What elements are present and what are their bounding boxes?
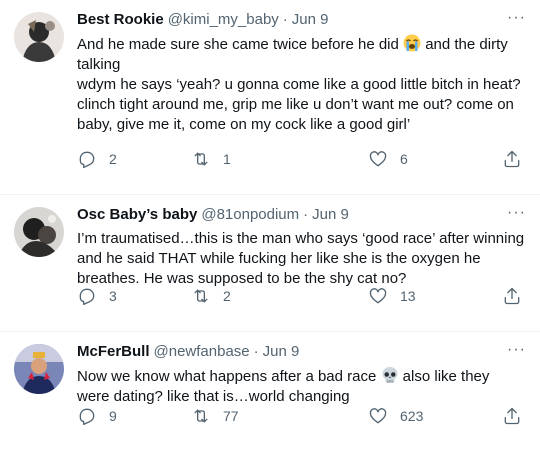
share-icon bbox=[504, 287, 520, 305]
reply-button[interactable]: 9 bbox=[77, 406, 117, 426]
timestamp[interactable]: Jun 9 bbox=[263, 342, 300, 362]
tweet-text: I’m traumatised…this is the man who says… bbox=[77, 230, 529, 287]
avatar[interactable] bbox=[14, 207, 64, 257]
tweet-text-part: Now we know what happens after a bad rac… bbox=[77, 368, 381, 385]
timestamp[interactable]: Jun 9 bbox=[312, 205, 349, 225]
tweet-3[interactable]: McFerBull @newfanbase · Jun 9 ··· Now we… bbox=[0, 332, 540, 452]
user-handle[interactable]: @newfanbase bbox=[154, 342, 250, 362]
reply-icon bbox=[79, 151, 95, 168]
reply-icon bbox=[79, 288, 95, 305]
retweet-icon bbox=[194, 152, 208, 166]
retweet-button[interactable]: 77 bbox=[191, 406, 239, 426]
retweet-button[interactable]: 2 bbox=[191, 286, 231, 306]
share-button[interactable] bbox=[502, 149, 522, 169]
more-options-icon[interactable]: ··· bbox=[507, 205, 526, 221]
reply-count: 2 bbox=[109, 151, 117, 167]
retweet-count: 77 bbox=[223, 408, 239, 424]
retweet-icon bbox=[194, 289, 208, 303]
share-icon bbox=[504, 407, 520, 425]
tweet-header: Osc Baby’s baby @81onpodium · Jun 9 bbox=[77, 205, 526, 225]
separator: · bbox=[282, 11, 288, 28]
tweet-text: And he made sure she came twice before h… bbox=[77, 34, 526, 135]
retweet-button[interactable]: 1 bbox=[191, 149, 231, 169]
more-options-icon[interactable]: ··· bbox=[507, 342, 526, 358]
share-button[interactable] bbox=[502, 286, 522, 306]
retweet-icon bbox=[194, 409, 208, 423]
like-button[interactable]: 13 bbox=[368, 286, 416, 306]
tweet-header: McFerBull @newfanbase · Jun 9 bbox=[77, 342, 526, 362]
display-name[interactable]: McFerBull bbox=[77, 342, 150, 362]
avatar[interactable] bbox=[14, 344, 64, 394]
like-button[interactable]: 6 bbox=[368, 149, 408, 169]
tweet-header: Best Rookie @kimi_my_baby · Jun 9 bbox=[77, 10, 526, 30]
like-count: 13 bbox=[400, 288, 416, 304]
like-button[interactable]: 623 bbox=[368, 406, 423, 426]
more-options-icon[interactable]: ··· bbox=[507, 10, 526, 26]
user-handle[interactable]: @kimi_my_baby bbox=[168, 10, 279, 30]
retweet-count: 1 bbox=[223, 151, 231, 167]
share-button[interactable] bbox=[502, 406, 522, 426]
heart-icon bbox=[369, 408, 387, 424]
like-count: 6 bbox=[400, 151, 408, 167]
share-icon bbox=[504, 150, 520, 168]
avatar[interactable] bbox=[14, 12, 64, 62]
display-name[interactable]: Best Rookie bbox=[77, 10, 164, 30]
reply-count: 9 bbox=[109, 408, 117, 424]
user-handle[interactable]: @81onpodium bbox=[201, 205, 299, 225]
skull-icon bbox=[381, 366, 399, 384]
retweet-count: 2 bbox=[223, 288, 231, 304]
heart-icon bbox=[369, 288, 387, 304]
reply-count: 3 bbox=[109, 288, 117, 304]
reply-button[interactable]: 3 bbox=[77, 286, 117, 306]
separator: · bbox=[303, 206, 309, 223]
timestamp[interactable]: Jun 9 bbox=[292, 10, 329, 30]
tweet-1[interactable]: Best Rookie @kimi_my_baby · Jun 9 ··· An… bbox=[0, 0, 540, 195]
tweet-text: Now we know what happens after a bad rac… bbox=[77, 366, 526, 407]
separator: · bbox=[253, 343, 259, 360]
reply-button[interactable]: 2 bbox=[77, 149, 117, 169]
tweet-text-part: And he made sure she came twice before h… bbox=[77, 36, 404, 53]
tweet-2[interactable]: Osc Baby’s baby @81onpodium · Jun 9 ··· … bbox=[0, 195, 540, 332]
like-count: 623 bbox=[400, 408, 424, 424]
heart-icon bbox=[369, 151, 387, 167]
display-name[interactable]: Osc Baby’s baby bbox=[77, 205, 197, 225]
loudly-crying-face-icon bbox=[403, 34, 421, 52]
reply-icon bbox=[79, 408, 95, 425]
